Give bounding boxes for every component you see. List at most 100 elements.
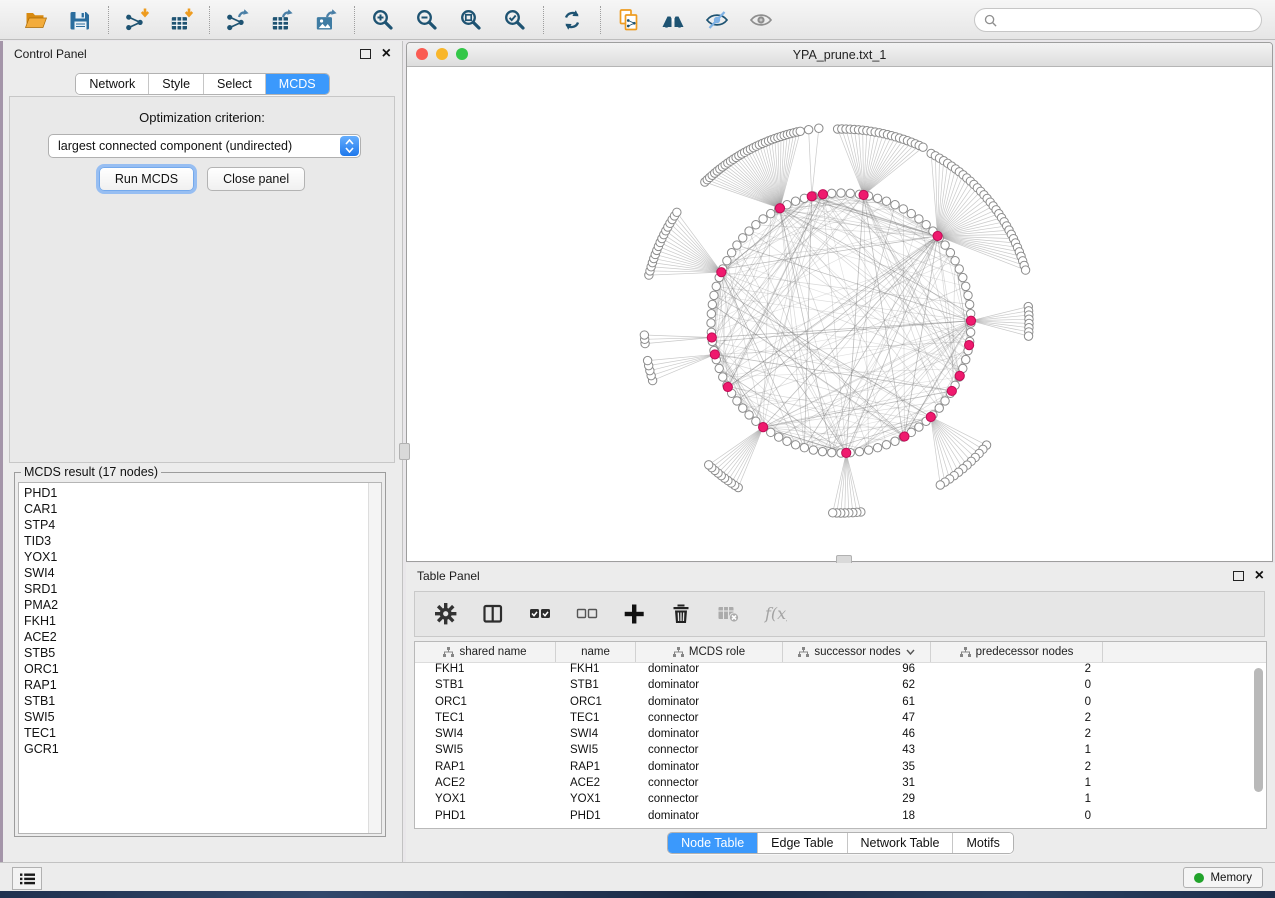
mcds-result-node[interactable]: YOX1 <box>24 549 381 565</box>
new-column-button[interactable] <box>621 601 647 627</box>
tab-node-table[interactable]: Node Table <box>668 833 758 853</box>
table-row[interactable]: YOX1YOX1connector291 <box>415 793 1266 809</box>
mcds-result-node[interactable]: CAR1 <box>24 501 381 517</box>
cell: SWI5 <box>415 744 556 760</box>
mcds-result-node[interactable]: FKH1 <box>24 613 381 629</box>
tab-network[interactable]: Network <box>76 74 149 94</box>
close-panel-button[interactable]: Close panel <box>207 167 305 191</box>
refresh-layout-button[interactable] <box>558 6 586 34</box>
export-image-button[interactable] <box>312 6 340 34</box>
zoom-out-button[interactable] <box>413 6 441 34</box>
column-header-successor-nodes[interactable]: successor nodes <box>783 642 931 662</box>
search-box[interactable] <box>974 8 1262 32</box>
cell: ACE2 <box>415 777 556 793</box>
table-mode-icon <box>434 602 458 626</box>
table-row[interactable]: ORC1ORC1dominator610 <box>415 696 1266 712</box>
import-table-button[interactable] <box>167 6 195 34</box>
import-network-button[interactable] <box>123 6 151 34</box>
save-session-button[interactable] <box>66 6 94 34</box>
clone-network-button[interactable] <box>615 6 643 34</box>
memory-button[interactable]: Memory <box>1183 867 1263 888</box>
window-maximize-icon[interactable] <box>456 48 468 60</box>
delete-column-button[interactable] <box>668 601 694 627</box>
control-panel-tabs: NetworkStyleSelectMCDS <box>3 73 402 95</box>
table-row[interactable]: STB1STB1dominator620 <box>415 679 1266 695</box>
search-input[interactable] <box>1003 12 1252 28</box>
window-close-icon[interactable] <box>416 48 428 60</box>
export-network-button[interactable] <box>224 6 252 34</box>
mcds-result-node[interactable]: PHD1 <box>24 485 381 501</box>
cytoscape-app: Control Panel × NetworkStyleSelectMCDS O… <box>0 0 1275 898</box>
cell: ORC1 <box>415 696 556 712</box>
close-table-panel-icon[interactable]: × <box>1255 570 1264 582</box>
column-header-name[interactable]: name <box>556 642 636 662</box>
hide-selection-button[interactable] <box>703 6 731 34</box>
deselect-all-button[interactable] <box>574 601 600 627</box>
optimization-criterion-label: Optimization criterion: <box>10 110 394 125</box>
zoom-fit-button[interactable] <box>457 6 485 34</box>
table-row[interactable]: FKH1FKH1dominator962 <box>415 663 1266 679</box>
close-panel-icon[interactable]: × <box>382 48 391 60</box>
table-panel-tabs: Node TableEdge TableNetwork TableMotifs <box>406 832 1275 854</box>
optimization-criterion-value: largest connected component (undirected) <box>58 139 292 153</box>
tab-mcds[interactable]: MCDS <box>266 74 329 94</box>
tab-select[interactable]: Select <box>204 74 266 94</box>
table-row[interactable]: PHD1PHD1dominator180 <box>415 810 1266 826</box>
zoom-selected-button[interactable] <box>501 6 529 34</box>
mcds-result-node[interactable]: TID3 <box>24 533 381 549</box>
mcds-result-node[interactable]: ACE2 <box>24 629 381 645</box>
tab-edge-table[interactable]: Edge Table <box>758 833 847 853</box>
show-columns-button[interactable] <box>480 601 506 627</box>
mcds-result-node[interactable]: SWI4 <box>24 565 381 581</box>
mcds-result-node[interactable]: TEC1 <box>24 725 381 741</box>
toolbar-group <box>355 6 543 34</box>
mcds-result-node[interactable]: ORC1 <box>24 661 381 677</box>
column-header-MCDS-role[interactable]: MCDS role <box>636 642 783 662</box>
optimization-criterion-select[interactable]: largest connected component (undirected) <box>48 134 361 158</box>
run-mcds-button[interactable]: Run MCDS <box>99 167 194 191</box>
search-network-button[interactable] <box>659 6 687 34</box>
show-all-button[interactable] <box>747 6 775 34</box>
table-row[interactable]: ACE2ACE2connector311 <box>415 777 1266 793</box>
network-view-titlebar: YPA_prune.txt_1 <box>407 43 1272 67</box>
table-row[interactable]: TEC1TEC1connector472 <box>415 712 1266 728</box>
mcds-result-node[interactable]: STB1 <box>24 693 381 709</box>
cell: TEC1 <box>556 712 636 728</box>
column-header-shared-name[interactable]: shared name <box>415 642 556 662</box>
network-view-window: YPA_prune.txt_1 <box>406 42 1273 562</box>
table-mode-button[interactable] <box>433 601 459 627</box>
float-panel-icon[interactable] <box>360 49 371 59</box>
float-table-panel-icon[interactable] <box>1233 571 1244 581</box>
network-canvas[interactable] <box>407 67 1272 562</box>
mcds-result-node[interactable]: SWI5 <box>24 709 381 725</box>
mcds-result-node[interactable]: SRD1 <box>24 581 381 597</box>
tab-style[interactable]: Style <box>149 74 204 94</box>
mcds-tab-content: Optimization criterion: largest connecte… <box>9 96 395 463</box>
mcds-result-node[interactable]: RAP1 <box>24 677 381 693</box>
tab-network-table[interactable]: Network Table <box>848 833 954 853</box>
export-table-button[interactable] <box>268 6 296 34</box>
mcds-result-list[interactable]: PHD1CAR1STP4TID3YOX1SWI4SRD1PMA2FKH1ACE2… <box>18 482 382 834</box>
table-row[interactable]: SWI5SWI5connector431 <box>415 744 1266 760</box>
table-row[interactable]: SWI4SWI4dominator462 <box>415 728 1266 744</box>
task-history-button[interactable] <box>12 867 42 890</box>
table-row[interactable]: RAP1RAP1dominator352 <box>415 761 1266 777</box>
mcds-result-node[interactable]: PMA2 <box>24 597 381 613</box>
cell: FKH1 <box>415 663 556 679</box>
column-label: MCDS role <box>689 646 745 658</box>
select-all-button[interactable] <box>527 601 553 627</box>
vertical-splitter-handle[interactable] <box>399 443 410 460</box>
result-list-scrollbar[interactable] <box>368 483 381 833</box>
column-header-predecessor-nodes[interactable]: predecessor nodes <box>931 642 1103 662</box>
mcds-result-node[interactable]: STP4 <box>24 517 381 533</box>
mcds-result-title: MCDS result (17 nodes) <box>21 465 161 479</box>
tab-motifs[interactable]: Motifs <box>953 833 1012 853</box>
cell: connector <box>636 712 783 728</box>
window-minimize-icon[interactable] <box>436 48 448 60</box>
table-scrollbar-thumb[interactable] <box>1254 668 1263 792</box>
zoom-in-button[interactable] <box>369 6 397 34</box>
mcds-result-node[interactable]: STB5 <box>24 645 381 661</box>
cell: connector <box>636 744 783 760</box>
mcds-result-node[interactable]: GCR1 <box>24 741 381 757</box>
open-file-button[interactable] <box>22 6 50 34</box>
